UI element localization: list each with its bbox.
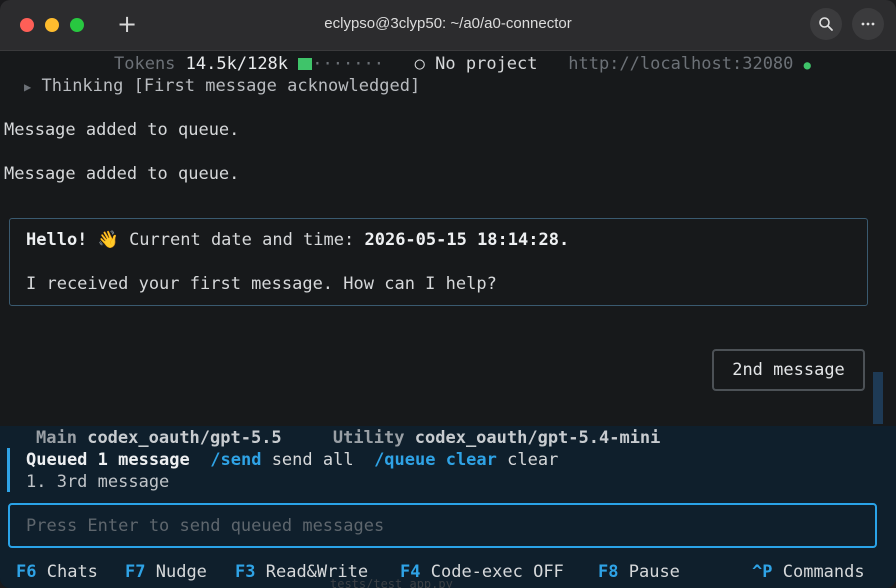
assistant-message-body: I received your first message. How can I…: [26, 274, 497, 294]
window-title: eclypso@3clyp50: ~/a0/a0-connector: [324, 15, 572, 32]
f7-nudge-key[interactable]: F7 Nudge: [125, 561, 207, 583]
token-progress-fill: [298, 58, 313, 70]
connection-status-dot: ●: [803, 58, 811, 72]
commands-key[interactable]: ^P Commands: [752, 561, 865, 583]
datetime-value: 2026-05-15 18:14:28.: [364, 230, 570, 250]
token-progress-dots: ·······: [312, 54, 384, 74]
queue-header: Queued 1 message /send send all /queue c…: [26, 449, 558, 471]
model-info: Main codex_oauth/gpt-5.5 Utility codex_o…: [36, 427, 660, 449]
server-url[interactable]: http://localhost:32080: [568, 54, 793, 74]
scrollbar-thumb[interactable]: [873, 372, 883, 424]
user-message-bubble[interactable]: 2nd message: [712, 349, 865, 391]
background-ghost-text: tests/test_app.py: [330, 577, 453, 588]
message-input-box[interactable]: [8, 503, 877, 548]
utility-model-label: Utility: [332, 428, 405, 448]
terminal-area: Tokens 14.5k/128k ······· ○ No project h…: [0, 51, 896, 588]
ellipsis-icon: [861, 22, 875, 26]
log-line: Message added to queue.: [4, 164, 240, 184]
terminal-window: + eclypso@3clyp50: ~/a0/a0-connector Tok…: [0, 0, 896, 588]
status-line: Tokens 14.5k/128k ······· ○ No project h…: [114, 53, 811, 75]
thinking-toggle[interactable]: ▶ Thinking [First message acknowledged]: [24, 75, 420, 97]
thinking-text: Thinking [First message acknowledged]: [41, 76, 421, 96]
main-model-label: Main: [36, 428, 77, 448]
queue-clear-command[interactable]: /queue clear: [374, 450, 497, 470]
utility-model-value: codex_oauth/gpt-5.4-mini: [414, 428, 661, 448]
message-input[interactable]: [26, 514, 856, 538]
send-description: send all: [271, 450, 354, 470]
project-icon: ○: [414, 54, 425, 74]
queue-title: Queued 1 message: [26, 450, 190, 470]
main-model-value: codex_oauth/gpt-5.5: [87, 428, 282, 448]
search-button[interactable]: [810, 8, 842, 40]
tokens-label: Tokens: [114, 54, 176, 74]
queue-indicator-bar: [7, 448, 10, 492]
more-options-button[interactable]: [852, 8, 884, 40]
queued-item[interactable]: 1. 3rd message: [26, 471, 169, 493]
clear-description: clear: [507, 450, 559, 470]
expand-arrow-icon: ▶: [24, 80, 32, 94]
log-line: Message added to queue.: [4, 120, 240, 140]
search-icon: [819, 17, 833, 31]
f6-chats-key[interactable]: F6 Chats: [16, 561, 98, 583]
datetime-label: Current date and time:: [129, 230, 355, 250]
send-command[interactable]: /send: [210, 450, 261, 470]
greeting-text: Hello! 👋: [26, 230, 119, 250]
f8-pause-key[interactable]: F8 Pause: [598, 561, 680, 583]
project-name[interactable]: No project: [435, 54, 537, 74]
title-bar: + eclypso@3clyp50: ~/a0/a0-connector: [0, 0, 896, 51]
tokens-value: 14.5k/128k: [185, 54, 289, 74]
assistant-message-line-1: Hello! 👋 Current date and time: 2026-05-…: [26, 229, 569, 251]
